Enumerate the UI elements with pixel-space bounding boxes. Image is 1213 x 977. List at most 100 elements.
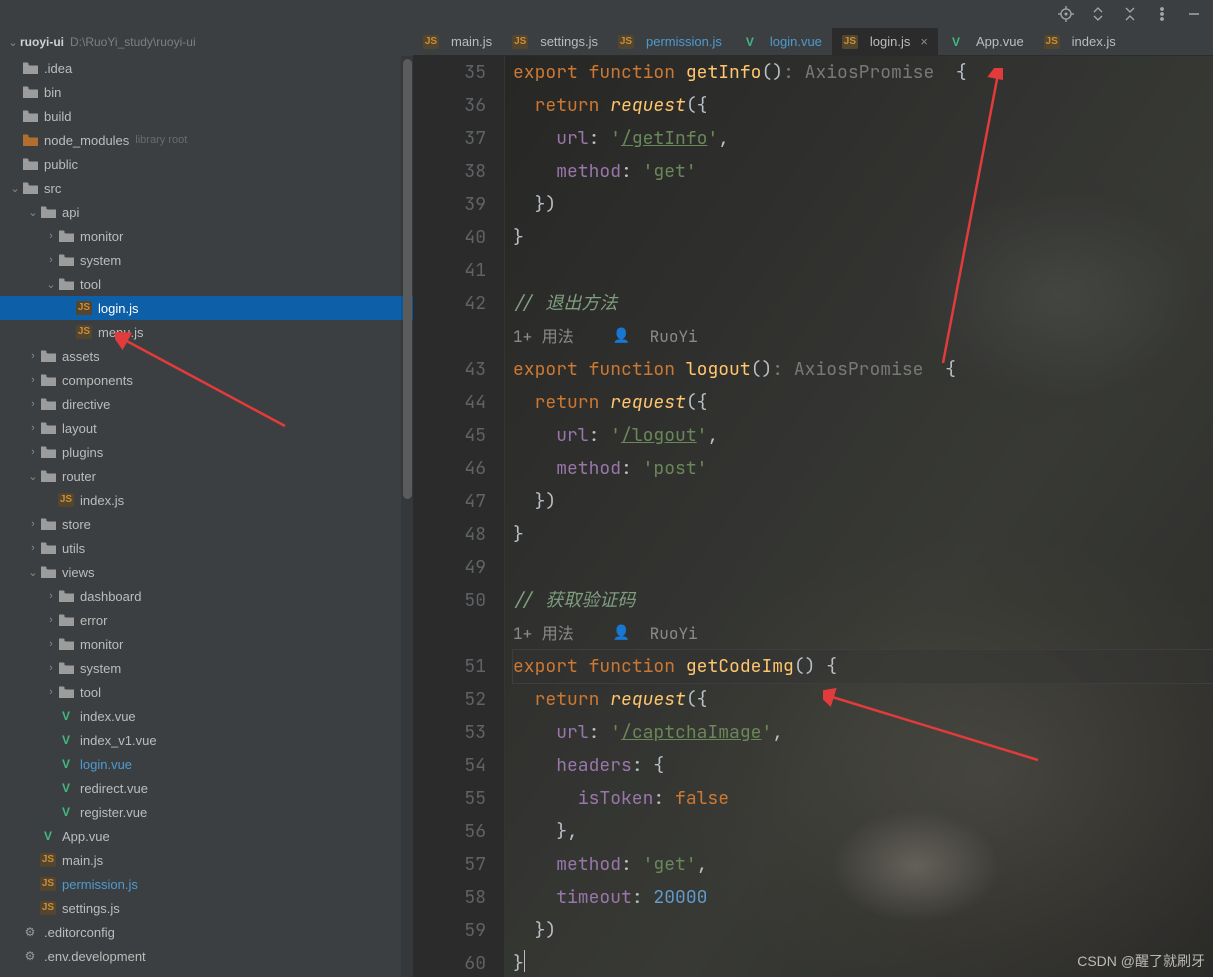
file-tree[interactable]: .idea binbuildnode_moduleslibrary root pub… [0, 56, 413, 977]
tree-node-permission.js[interactable]: JS permission.js [0, 872, 413, 896]
folder-icon [58, 684, 74, 700]
tab-label: login.js [870, 34, 910, 49]
vue-file-icon: V [948, 34, 964, 50]
tree-chevron-icon: ⌄ [26, 206, 40, 219]
tab-main.js[interactable]: JS main.js [413, 28, 502, 55]
tree-label: public [44, 157, 78, 172]
tree-node-system[interactable]: › system [0, 656, 413, 680]
tree-node-views[interactable]: ⌄views [0, 560, 413, 584]
tree-label: components [62, 373, 133, 388]
tree-node-router[interactable]: ⌄router [0, 464, 413, 488]
code-editor[interactable]: 3536373839404142434445464748495051525354… [413, 56, 1213, 977]
js-file-icon: JS [842, 35, 858, 49]
tree-node-utils[interactable]: ›utils [0, 536, 413, 560]
tree-node-system[interactable]: ›system [0, 248, 413, 272]
tab-App.vue[interactable]: VApp.vue [938, 28, 1034, 55]
tree-node-public[interactable]: public [0, 152, 413, 176]
vue-file-icon: V [58, 732, 74, 748]
tree-label: tool [80, 685, 101, 700]
target-icon[interactable] [1057, 5, 1075, 23]
tree-node-login.js[interactable]: JSlogin.js [0, 296, 413, 320]
tree-node-bin[interactable]: bin [0, 80, 413, 104]
code-content: export function getInfo(): AxiosPromise … [505, 56, 1213, 977]
tree-label: index_v1.vue [80, 733, 157, 748]
tree-label: monitor [80, 229, 123, 244]
tree-label: login.js [98, 301, 138, 316]
person-icon: 👤 [613, 617, 630, 650]
tree-node-tool[interactable]: › tool [0, 680, 413, 704]
usage-hint[interactable]: 1+ 用法 👤 RuoYi [513, 320, 698, 353]
tree-node-build[interactable]: build [0, 104, 413, 128]
tree-node-.idea[interactable]: .idea [0, 56, 413, 80]
tree-node-directive[interactable]: ›directive [0, 392, 413, 416]
folder-icon [58, 660, 74, 676]
folder-icon [40, 468, 56, 484]
tree-node-.env.development[interactable]: ⚙.env.development [0, 944, 413, 968]
tree-node-dashboard[interactable]: ›dashboard [0, 584, 413, 608]
tree-node-index.vue[interactable]: Vindex.vue [0, 704, 413, 728]
minimize-icon[interactable] [1185, 5, 1203, 23]
settings-icon[interactable] [1153, 5, 1171, 23]
tree-node-index_v1.vue[interactable]: Vindex_v1.vue [0, 728, 413, 752]
tree-scrollbar[interactable] [401, 56, 413, 977]
tree-chevron-icon: › [44, 638, 58, 650]
tab-label: index.js [1072, 34, 1116, 49]
tab-login.vue[interactable]: Vlogin.vue [732, 28, 832, 55]
tree-node-layout[interactable]: ›layout [0, 416, 413, 440]
tree-label: system [80, 253, 121, 268]
folder-icon [58, 276, 74, 292]
project-toolbar [0, 0, 1213, 28]
tree-node-settings.js[interactable]: JSsettings.js [0, 896, 413, 920]
tree-node-App.vue[interactable]: VApp.vue [0, 824, 413, 848]
tree-node-error[interactable]: ›error [0, 608, 413, 632]
tree-node-register.vue[interactable]: Vregister.vue [0, 800, 413, 824]
tree-node-index.js[interactable]: JSindex.js [0, 488, 413, 512]
folder-icon [40, 444, 56, 460]
tree-label: App.vue [62, 829, 110, 844]
folder-icon [40, 420, 56, 436]
js-file-icon: JS [40, 853, 56, 867]
tree-node-components[interactable]: ›components [0, 368, 413, 392]
tree-node-src[interactable]: ⌄src [0, 176, 413, 200]
project-path: D:\RuoYi_study\ruoyi-ui [70, 35, 196, 49]
expand-all-icon[interactable] [1089, 5, 1107, 23]
tree-node-main.js[interactable]: JS main.js [0, 848, 413, 872]
tree-chevron-icon: › [44, 662, 58, 674]
tree-node-redirect.vue[interactable]: Vredirect.vue [0, 776, 413, 800]
js-file-icon: JS [512, 35, 528, 49]
tree-label: system [80, 661, 121, 676]
tree-label: directive [62, 397, 110, 412]
chevron-down-icon[interactable]: ⌄ [6, 36, 20, 49]
tree-label: main.js [62, 853, 103, 868]
tree-chevron-icon: › [44, 686, 58, 698]
js-file-icon: JS [423, 35, 439, 49]
collapse-all-icon[interactable] [1121, 5, 1139, 23]
js-file-icon: JS [40, 877, 56, 891]
tree-node-tool[interactable]: ⌄tool [0, 272, 413, 296]
tree-label: register.vue [80, 805, 147, 820]
tab-label: main.js [451, 34, 492, 49]
tree-node-.editorconfig[interactable]: ⚙.editorconfig [0, 920, 413, 944]
tree-node-menu.js[interactable]: JSmenu.js [0, 320, 413, 344]
usage-hint[interactable]: 1+ 用法 👤 RuoYi [513, 617, 698, 650]
tree-node-monitor[interactable]: ›monitor [0, 224, 413, 248]
tab-login.js[interactable]: JS login.js × [832, 28, 938, 55]
tree-label: .idea [44, 61, 72, 76]
tree-chevron-icon: › [26, 542, 40, 554]
folder-icon [40, 540, 56, 556]
tab-permission.js[interactable]: JSpermission.js [608, 28, 732, 55]
tree-label: api [62, 205, 79, 220]
tab-index.js[interactable]: JSindex.js [1034, 28, 1126, 55]
tab-settings.js[interactable]: JSsettings.js [502, 28, 608, 55]
tree-node-login.vue[interactable]: Vlogin.vue [0, 752, 413, 776]
tree-node-api[interactable]: ⌄ api [0, 200, 413, 224]
tree-node-store[interactable]: ›store [0, 512, 413, 536]
tree-node-assets[interactable]: ›assets [0, 344, 413, 368]
tree-label: router [62, 469, 96, 484]
tab-label: permission.js [646, 34, 722, 49]
tree-node-monitor[interactable]: ›monitor [0, 632, 413, 656]
tree-node-node_modules[interactable]: node_moduleslibrary root [0, 128, 413, 152]
tree-node-plugins[interactable]: ›plugins [0, 440, 413, 464]
close-icon[interactable]: × [920, 34, 928, 49]
tree-label: permission.js [62, 877, 138, 892]
